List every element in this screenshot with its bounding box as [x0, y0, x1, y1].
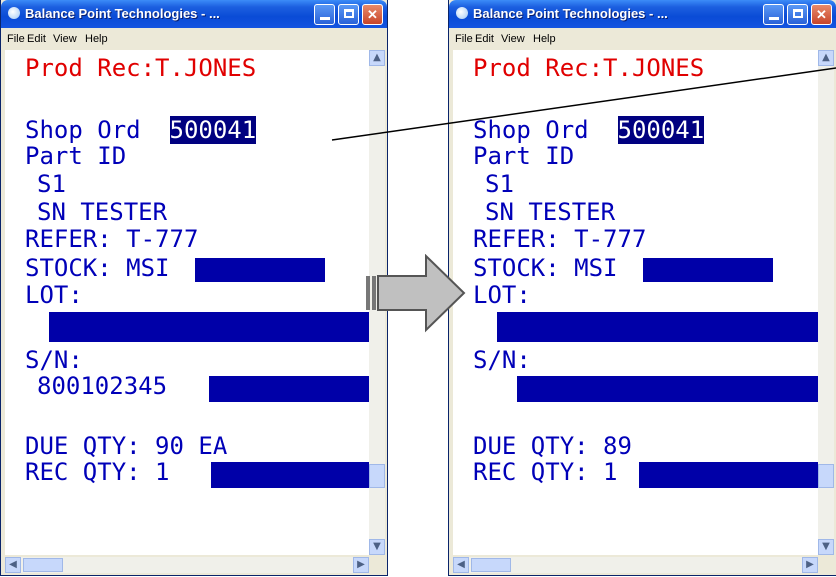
- close-icon: ✕: [816, 7, 827, 22]
- close-icon: ✕: [367, 7, 378, 22]
- sn-value[interactable]: 800102345: [37, 372, 167, 400]
- stock-label: STOCK: MSI: [473, 254, 618, 282]
- chevron-right-icon: ▶: [357, 559, 365, 570]
- stock-input[interactable]: [643, 258, 773, 282]
- scroll-thumb[interactable]: [369, 464, 385, 488]
- rec-qty-label: REC QTY: 1: [25, 458, 170, 486]
- chevron-right-icon: ▶: [806, 559, 814, 570]
- header-label: Prod Rec:: [473, 54, 604, 82]
- part-description: SN TESTER: [485, 198, 616, 226]
- menu-file[interactable]: File: [7, 33, 25, 45]
- header-user: T.JONES: [155, 54, 257, 82]
- sn-label: S/N:: [25, 346, 83, 374]
- menu-view[interactable]: View: [53, 33, 77, 45]
- horizontal-scroll-thumb[interactable]: [23, 558, 63, 572]
- header-user: T.JONES: [603, 54, 705, 82]
- minimize-button[interactable]: [314, 4, 335, 25]
- maximize-icon: [343, 9, 354, 18]
- rec-qty-input[interactable]: [639, 462, 818, 488]
- shop-ord-row: Shop Ord 500041: [473, 116, 705, 144]
- device-window-before: Balance Point Technologies - ... ✕ File …: [0, 0, 388, 576]
- part-id-value: S1: [485, 170, 514, 198]
- stock-label: STOCK: MSI: [25, 254, 170, 282]
- screen-header: Prod Rec:T.JONES: [25, 54, 256, 82]
- menu-edit[interactable]: Edit: [27, 33, 46, 45]
- due-qty-line: DUE QTY: 89: [473, 432, 632, 460]
- minimize-button[interactable]: [763, 4, 784, 25]
- maximize-button[interactable]: [787, 4, 808, 25]
- chevron-down-icon: ▼: [373, 541, 381, 552]
- refer-line: REFER: T-777: [473, 225, 647, 253]
- close-button[interactable]: ✕: [811, 4, 832, 25]
- chevron-up-icon: ▲: [373, 52, 381, 63]
- terminal-screen: Prod Rec:T.JONES Shop Ord 500041 Part ID…: [453, 50, 818, 555]
- menu-view[interactable]: View: [501, 33, 525, 45]
- sn-label: S/N:: [473, 346, 531, 374]
- scroll-thumb[interactable]: [818, 464, 834, 488]
- chevron-up-icon: ▲: [822, 52, 830, 63]
- close-button[interactable]: ✕: [362, 4, 383, 25]
- scroll-up-button[interactable]: ▲: [369, 50, 385, 66]
- transition-arrow-icon: [366, 254, 466, 333]
- maximize-icon: [792, 9, 803, 18]
- scroll-left-button[interactable]: ◀: [5, 557, 21, 573]
- app-icon: [456, 7, 468, 19]
- part-description: SN TESTER: [37, 198, 168, 226]
- menu-file[interactable]: File: [455, 33, 473, 45]
- scroll-right-button[interactable]: ▶: [802, 557, 818, 573]
- horizontal-scroll-thumb[interactable]: [471, 558, 511, 572]
- lot-label: LOT:: [473, 281, 531, 309]
- window-title: Balance Point Technologies - ...: [25, 6, 220, 21]
- device-window-after: Balance Point Technologies - ... ✕ File …: [448, 0, 836, 576]
- menu-help[interactable]: Help: [533, 33, 556, 45]
- shop-ord-input[interactable]: 500041: [169, 116, 257, 144]
- header-label: Prod Rec:: [25, 54, 156, 82]
- lot-input[interactable]: [497, 312, 818, 342]
- menu-edit[interactable]: Edit: [475, 33, 494, 45]
- scroll-down-button[interactable]: ▼: [818, 539, 834, 555]
- menu-help[interactable]: Help: [85, 33, 108, 45]
- screen-header: Prod Rec:T.JONES: [473, 54, 704, 82]
- terminal-screen: Prod Rec:T.JONES Shop Ord 500041 Part ID…: [5, 50, 369, 555]
- title-bar[interactable]: Balance Point Technologies - ... ✕: [1, 0, 387, 28]
- menu-bar: File Edit View Help: [449, 28, 836, 50]
- horizontal-scrollbar[interactable]: ◀ ▶: [5, 557, 369, 573]
- chevron-down-icon: ▼: [822, 541, 830, 552]
- window-title: Balance Point Technologies - ...: [473, 6, 668, 21]
- rec-qty-label: REC QTY: 1: [473, 458, 618, 486]
- resize-grip-icon[interactable]: [369, 557, 385, 573]
- stock-input[interactable]: [195, 258, 325, 282]
- lot-label: LOT:: [25, 281, 83, 309]
- resize-grip-icon[interactable]: [818, 557, 834, 573]
- part-id-value: S1: [37, 170, 66, 198]
- due-qty-line: DUE QTY: 90 EA: [25, 432, 228, 460]
- menu-bar: File Edit View Help: [1, 28, 387, 50]
- scroll-down-button[interactable]: ▼: [369, 539, 385, 555]
- sn-input[interactable]: [209, 376, 369, 402]
- shop-ord-row: Shop Ord 500041: [25, 116, 257, 144]
- maximize-button[interactable]: [338, 4, 359, 25]
- scroll-left-button[interactable]: ◀: [453, 557, 469, 573]
- refer-line: REFER: T-777: [25, 225, 199, 253]
- app-icon: [8, 7, 20, 19]
- scroll-up-button[interactable]: ▲: [818, 50, 834, 66]
- rec-qty-input[interactable]: [211, 462, 369, 488]
- horizontal-scrollbar[interactable]: ◀ ▶: [453, 557, 818, 573]
- part-id-label: Part ID: [473, 142, 575, 170]
- chevron-left-icon: ◀: [457, 559, 465, 570]
- shop-ord-input[interactable]: 500041: [617, 116, 705, 144]
- vertical-scrollbar[interactable]: ▲ ▼: [818, 50, 834, 555]
- minimize-icon: [768, 17, 779, 20]
- shop-ord-label: Shop Ord: [25, 116, 141, 144]
- part-id-label: Part ID: [25, 142, 127, 170]
- sn-input[interactable]: [517, 376, 818, 402]
- shop-ord-label: Shop Ord: [473, 116, 589, 144]
- lot-input[interactable]: [49, 312, 369, 342]
- title-bar[interactable]: Balance Point Technologies - ... ✕: [449, 0, 836, 28]
- scroll-right-button[interactable]: ▶: [353, 557, 369, 573]
- chevron-left-icon: ◀: [9, 559, 17, 570]
- minimize-icon: [319, 17, 330, 20]
